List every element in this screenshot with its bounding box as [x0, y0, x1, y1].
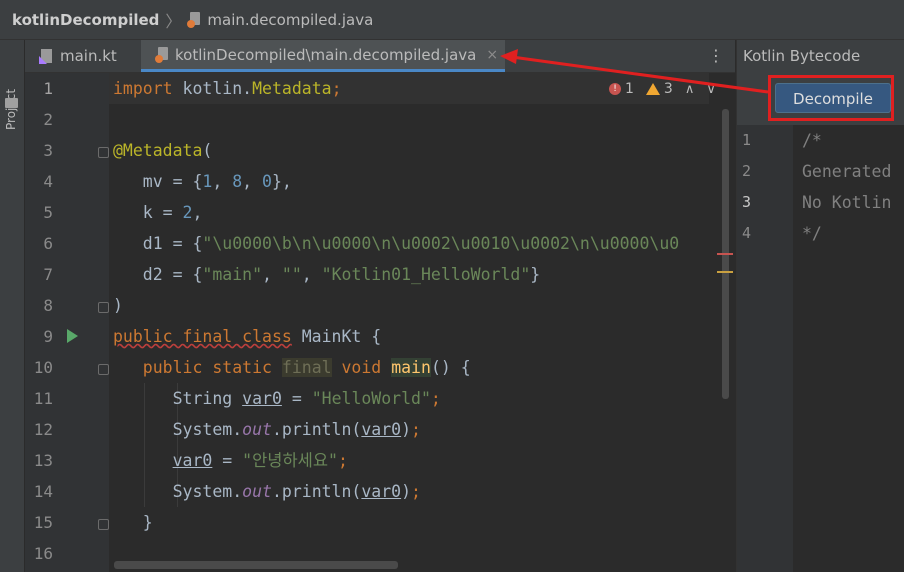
project-tool-strip: Project [0, 40, 25, 572]
chevron-down-icon[interactable]: ∨ [706, 82, 716, 97]
code-line: k = 2, [113, 203, 203, 222]
breadcrumb-file[interactable]: main.decompiled.java [207, 11, 373, 29]
code-line: d2 = {"main", "", "Kotlin01_HelloWorld"} [113, 265, 541, 284]
java-file-icon [187, 11, 201, 28]
code-line: ) [113, 296, 123, 315]
line-number: 5 [43, 203, 53, 222]
run-gutter-icon[interactable] [67, 329, 78, 343]
line-number: 6 [43, 234, 53, 253]
error-count: 1 [625, 81, 634, 97]
warning-stripe-mark[interactable] [717, 271, 733, 273]
code-line: System.out.println(var0); [113, 482, 421, 501]
tab-label: kotlinDecompiled\main.decompiled.java [175, 45, 477, 64]
line-number: 15 [33, 513, 53, 532]
bytecode-line: */ [802, 224, 822, 243]
tab-main-decompiled-java[interactable]: kotlinDecompiled\main.decompiled.java × [141, 40, 505, 72]
code-line: public static final void main() { [113, 358, 471, 377]
code-line: System.out.println(var0); [113, 420, 421, 439]
line-number: 1 [741, 131, 751, 149]
line-number: 9 [43, 327, 53, 346]
horizontal-scrollbar[interactable] [114, 561, 398, 569]
fold-icon[interactable] [98, 302, 109, 313]
bytecode-line: Generated [802, 162, 892, 181]
project-tool-button[interactable]: Project [4, 89, 18, 130]
line-number: 2 [741, 162, 751, 180]
bytecode-line: No Kotlin [802, 193, 892, 212]
line-number: 10 [33, 358, 53, 377]
line-number: 12 [33, 420, 53, 439]
editor-gutter: 1 2 3 4 5 6 7 8 9 10 11 12 13 14 15 16 [25, 73, 109, 572]
code-line: String var0 = "HelloWorld"; [113, 389, 441, 408]
line-number: 7 [43, 265, 53, 284]
line-number: 11 [33, 389, 53, 408]
fold-icon[interactable] [98, 364, 109, 375]
code-line: var0 = "안녕하세요"; [172, 451, 348, 470]
tab-label: main.kt [60, 47, 117, 65]
annotation-highlight-box [768, 75, 894, 121]
chevron-up-icon[interactable]: ∧ [685, 82, 695, 97]
line-number: 8 [43, 296, 53, 315]
line-number: 4 [741, 224, 751, 242]
java-file-icon [155, 46, 169, 63]
breadcrumb-project[interactable]: kotlinDecompiled [12, 11, 159, 29]
code-line: } [113, 513, 153, 532]
line-number: 4 [43, 172, 53, 191]
kotlin-file-icon [39, 48, 54, 64]
code-line: mv = {1, 8, 0}, [113, 172, 292, 191]
breadcrumb: kotlinDecompiled 〉 main.decompiled.java [0, 0, 904, 40]
code-text: import kotlin.Metadata; @Metadata( mv = … [113, 73, 679, 569]
line-number: 3 [43, 141, 53, 160]
line-number: 2 [43, 110, 53, 129]
warning-icon [645, 83, 660, 95]
tab-main-kt[interactable]: main.kt [25, 40, 141, 72]
code-line: public final class MainKt { [113, 327, 382, 346]
line-number: 1 [43, 79, 53, 98]
line-number: 13 [33, 451, 53, 470]
line-number: 3 [741, 193, 751, 211]
line-number: 14 [33, 482, 53, 501]
code-line: d1 = {"\u0000\b\n\u0000\n\u0002\u0010\u0… [113, 234, 680, 253]
bytecode-line: /* [802, 131, 822, 150]
more-tabs-icon[interactable]: ⋮ [708, 46, 724, 66]
error-stripe-mark[interactable] [717, 253, 733, 255]
line-number: 16 [33, 544, 53, 563]
breadcrumb-separator: 〉 [165, 11, 182, 31]
panel-title: Kotlin Bytecode [737, 40, 904, 73]
code-line: import kotlin.Metadata; [113, 79, 342, 98]
code-line: @Metadata( [113, 141, 213, 160]
close-icon[interactable]: × [486, 47, 498, 63]
folder-icon [5, 98, 18, 108]
fold-icon[interactable] [98, 147, 109, 158]
warning-count: 3 [663, 81, 673, 97]
code-editor[interactable]: 1 2 3 4 5 6 7 8 9 10 11 12 13 14 15 16 i… [25, 73, 735, 572]
editor-tab-bar: main.kt kotlinDecompiled\main.decompiled… [25, 40, 735, 73]
panel-gutter: 1 2 3 4 [737, 125, 793, 572]
inspection-widget[interactable]: ! 1 3 ∧ ∨ [609, 81, 716, 97]
error-icon: ! [609, 83, 621, 95]
fold-icon[interactable] [98, 519, 109, 530]
